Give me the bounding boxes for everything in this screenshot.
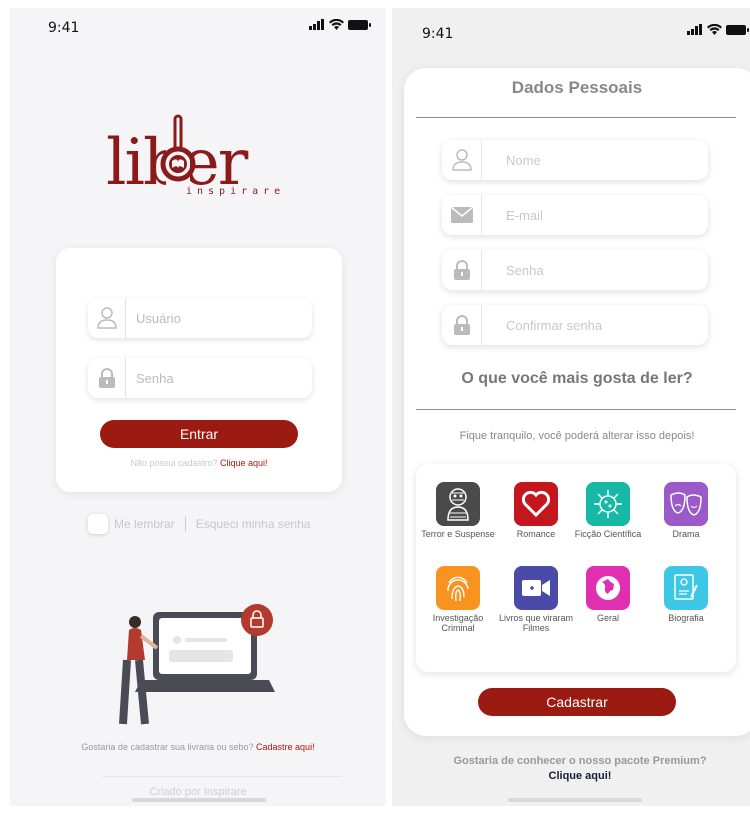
email-input[interactable]	[482, 207, 702, 223]
wifi-icon	[707, 24, 722, 35]
lock-icon	[442, 250, 482, 290]
status-icons	[687, 24, 749, 35]
battery-icon	[348, 19, 371, 30]
password-field[interactable]	[442, 250, 708, 290]
divider	[416, 409, 736, 410]
signal-icon	[687, 24, 702, 35]
divider	[416, 117, 736, 118]
genre-general[interactable]: Geral	[566, 566, 650, 623]
fingerprint-icon	[436, 566, 480, 610]
remember-checkbox[interactable]	[88, 514, 108, 534]
status-icons	[309, 19, 371, 30]
genre-scifi[interactable]: Ficção Científica	[566, 482, 650, 539]
signup-link[interactable]: Clique aqui!	[220, 458, 268, 468]
section-title: Dados Pessoais	[511, 78, 643, 97]
genre-label: Investigação Criminal	[432, 613, 484, 633]
register-button[interactable]: Cadastrar	[478, 688, 676, 716]
genre-label: Ficção Científica	[574, 529, 642, 539]
laptop-illustration	[119, 604, 275, 725]
registration-card: Dados Pessoais O que você mai	[404, 68, 750, 736]
genre-drama[interactable]: Drama	[644, 482, 728, 539]
liber-logo: liber	[106, 114, 251, 200]
genre-note: Fique tranquilo, você poderá alterar iss…	[459, 430, 695, 442]
bookstore-text: Gostaria de cadastrar sua livraria ou se…	[81, 742, 254, 752]
confirm-password-field[interactable]	[442, 305, 708, 345]
confirm-password-input[interactable]	[482, 317, 702, 333]
register-screen: 9:41 Dados Pessoais Nome E-mail O que vo…	[392, 8, 750, 806]
signup-prompt: Não possui cadastro? Clique aqui!	[56, 458, 342, 468]
home-indicator[interactable]	[132, 798, 266, 802]
premium-text: Gostaria de conhecer o nosso pacote Prem…	[453, 755, 707, 767]
divider	[102, 776, 342, 777]
status-time: 9:41	[422, 26, 454, 42]
separator	[184, 516, 186, 532]
username-input[interactable]	[126, 310, 296, 326]
login-screen: 9:41 liber inspirare Entrar N	[10, 8, 386, 806]
lock-icon	[442, 305, 482, 345]
password-input[interactable]	[482, 262, 702, 278]
mummy-icon	[436, 482, 480, 526]
username-field[interactable]	[88, 298, 312, 338]
password-input[interactable]	[126, 370, 296, 386]
remember-label[interactable]: Me lembrar	[114, 517, 175, 531]
genre-biography[interactable]: Biografia	[644, 566, 728, 623]
enter-button[interactable]: Entrar	[100, 420, 298, 448]
home-indicator[interactable]	[508, 798, 642, 802]
remember-row: Me lembrar Esqueci minha senha	[88, 514, 310, 534]
signup-text: Não possui cadastro?	[130, 458, 218, 468]
signal-icon	[309, 19, 324, 30]
user-icon	[442, 140, 482, 180]
video-camera-icon	[514, 566, 558, 610]
password-field[interactable]	[88, 358, 312, 398]
bookstore-prompt: Gostaria de cadastrar sua livraria ou se…	[10, 742, 386, 752]
premium-link[interactable]: Clique aqui!	[392, 769, 750, 784]
genre-terror[interactable]: Terror e Suspense	[416, 482, 500, 539]
genre-question: O que você mais gosta de ler?	[461, 370, 693, 387]
premium-prompt: Gostaria de conhecer o nosso pacote Prem…	[392, 754, 750, 784]
genre-label: Biografia	[668, 613, 704, 623]
theater-masks-icon	[664, 482, 708, 526]
biography-icon	[664, 566, 708, 610]
credits: Criado por Inspirare	[149, 786, 247, 798]
genre-grid: Terror e Suspense Romance Ficção Científ…	[416, 464, 736, 672]
name-input[interactable]	[482, 152, 702, 168]
wifi-icon	[329, 19, 344, 30]
bookstore-link[interactable]: Cadastre aqui!	[256, 742, 315, 752]
genre-label: Drama	[672, 529, 700, 539]
name-field[interactable]	[442, 140, 708, 180]
email-field[interactable]	[442, 195, 708, 235]
globe-icon	[586, 566, 630, 610]
battery-icon	[726, 24, 749, 35]
virus-icon	[586, 482, 630, 526]
logo-tagline: inspirare	[186, 186, 286, 197]
lock-icon	[88, 358, 126, 398]
envelope-icon	[442, 195, 482, 235]
genre-label: Geral	[596, 613, 619, 623]
genre-label: Terror e Suspense	[421, 529, 495, 539]
status-time: 9:41	[48, 20, 80, 36]
forgot-password-link[interactable]: Esqueci minha senha	[196, 517, 311, 531]
user-icon	[88, 298, 126, 338]
heart-icon	[514, 482, 558, 526]
genre-crime[interactable]: Investigação Criminal	[416, 566, 500, 633]
login-card: Entrar Não possui cadastro? Clique aqui!	[56, 248, 342, 492]
status-bar: 9:41	[10, 8, 386, 48]
